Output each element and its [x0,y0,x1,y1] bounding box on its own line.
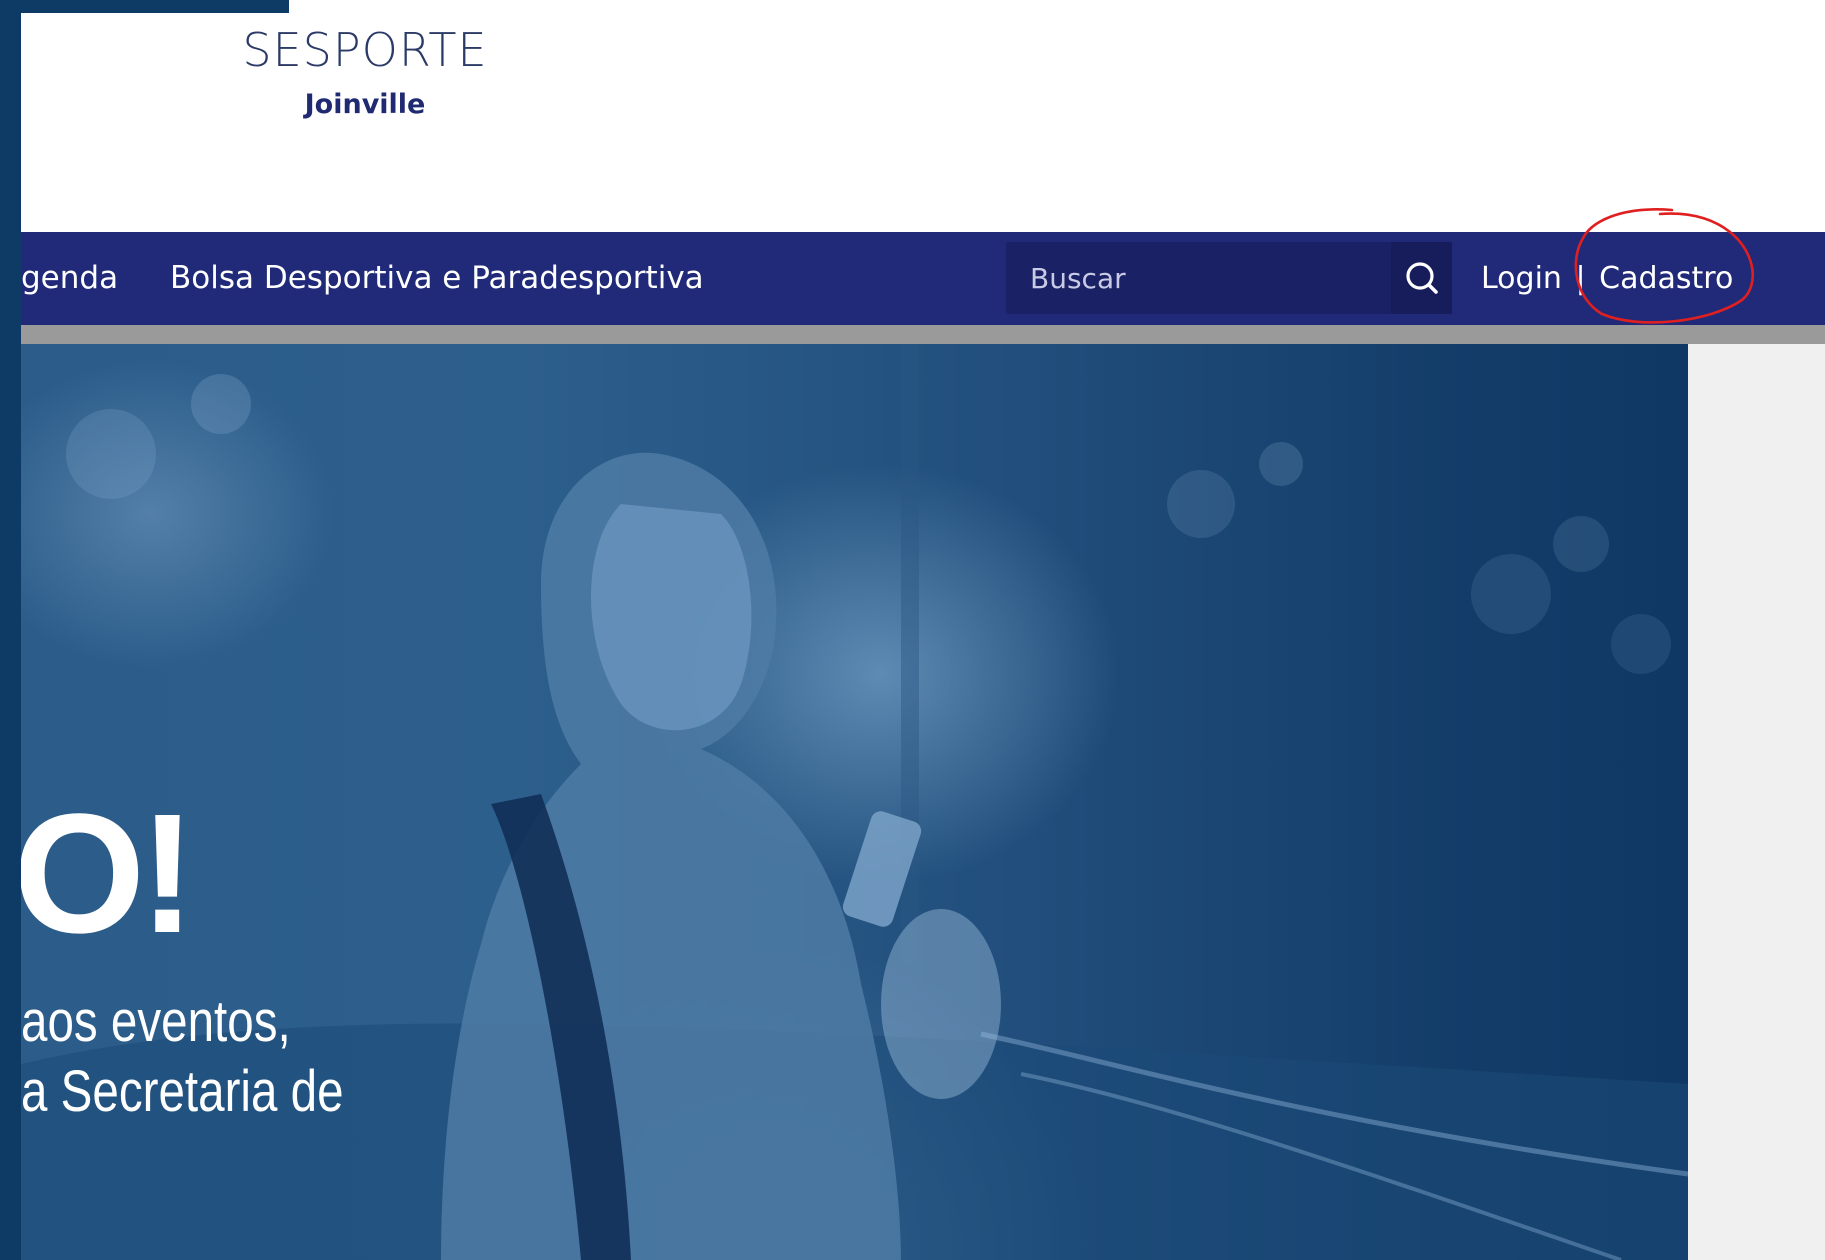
hero-text-line-2: a Secretaria de [21,1059,344,1124]
right-side-panel [1688,344,1825,1260]
site-logo[interactable]: SESPORTE Joinville [230,22,500,122]
nav-item-bolsa-desportiva[interactable]: Bolsa Desportiva e Paradesportiva [170,232,704,325]
auth-separator: | [1575,261,1586,296]
logo-title: SESPORTE [242,23,488,77]
hero-banner[interactable]: O! aos eventos, a Secretaria de [21,344,1688,1260]
top-edge-bar [0,0,289,13]
main-navbar: genda Bolsa Desportiva e Paradesportiva … [21,232,1825,325]
hero-headline: O! [21,779,196,969]
register-link[interactable]: Cadastro [1599,261,1733,296]
left-edge-bar [0,0,21,1260]
navbar-bottom-strip [21,325,1825,344]
nav-item-agenda[interactable]: genda [21,232,118,325]
search-box [1006,242,1452,314]
auth-links: Login | Cadastro [1481,232,1733,325]
search-input[interactable] [1006,242,1391,314]
search-icon [1406,262,1438,294]
login-link[interactable]: Login [1481,261,1562,296]
search-button[interactable] [1391,242,1452,314]
hero-text-line-1: aos eventos, [21,989,291,1054]
logo-subtitle: Joinville [304,89,426,120]
